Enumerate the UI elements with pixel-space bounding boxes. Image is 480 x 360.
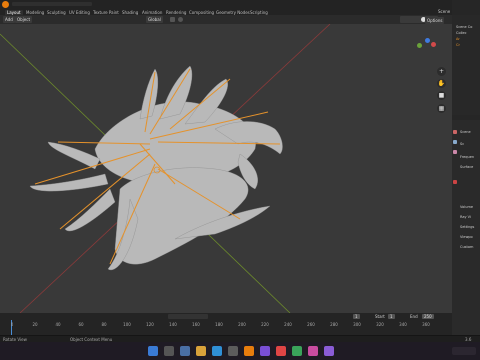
transform-orientation-dropdown[interactable]: Global xyxy=(146,16,163,23)
start-menu-icon[interactable] xyxy=(148,346,158,356)
tick: 60 xyxy=(78,322,84,327)
app-icon[interactable] xyxy=(228,346,238,356)
properties-row-ray-visibility[interactable]: Ray Vi xyxy=(460,215,471,220)
properties-editor: Scene Sc Frequen Surface Volume Ray Vi S… xyxy=(452,120,480,340)
properties-panel-label: Sc xyxy=(460,142,465,146)
tick: 160 xyxy=(192,322,200,327)
properties-row-surface[interactable]: Surface xyxy=(460,165,473,170)
tick: 220 xyxy=(261,322,269,327)
tick: 200 xyxy=(238,322,246,327)
app-icon[interactable] xyxy=(276,346,286,356)
app-icon[interactable] xyxy=(260,346,270,356)
zoom-icon[interactable]: + xyxy=(437,67,446,76)
scene-selector[interactable]: Scene xyxy=(438,9,450,14)
tick: 280 xyxy=(330,322,338,327)
blender-taskbar-icon[interactable] xyxy=(244,346,254,356)
task-view-icon[interactable] xyxy=(180,346,190,356)
playback-controls[interactable] xyxy=(168,314,208,319)
scene-tab-icon[interactable] xyxy=(453,150,457,154)
app-icon[interactable] xyxy=(292,346,302,356)
crab-mesh xyxy=(29,65,283,271)
app-icon[interactable] xyxy=(308,346,318,356)
top-bar: Layout Modeling Sculpting UV Editing Tex… xyxy=(0,0,480,15)
right-panel: Scene Co Collec Ar Cr Scene Sc Frequen S… xyxy=(452,0,480,340)
world-tab-icon[interactable] xyxy=(453,180,457,184)
output-tab-icon[interactable] xyxy=(453,140,457,144)
tick: 340 xyxy=(399,322,407,327)
crab-leg-6 xyxy=(64,188,116,232)
tick: 300 xyxy=(353,322,361,327)
outliner-collection[interactable]: Collec xyxy=(456,31,467,36)
outliner-scene-collection[interactable]: Scene Co xyxy=(456,25,472,30)
search-icon[interactable] xyxy=(164,346,174,356)
window-menu-strip xyxy=(12,2,92,6)
end-frame-label: End xyxy=(410,314,418,319)
object-menu[interactable]: Object xyxy=(15,16,33,23)
outliner-item-crab[interactable]: Cr xyxy=(456,43,460,48)
camera-view-icon[interactable]: ■ xyxy=(437,91,446,100)
blender-logo-icon[interactable] xyxy=(2,1,9,8)
add-menu[interactable]: Add xyxy=(3,16,15,23)
frame-ruler[interactable] xyxy=(0,320,452,335)
axis-y-dot[interactable] xyxy=(417,43,422,48)
tick: 240 xyxy=(284,322,292,327)
file-explorer-icon[interactable] xyxy=(196,346,206,356)
tick: 40 xyxy=(55,322,61,327)
navigation-gizmo[interactable] xyxy=(413,38,441,66)
tick: 80 xyxy=(101,322,107,327)
os-taskbar xyxy=(0,342,480,360)
options-dropdown[interactable]: Options xyxy=(425,17,445,24)
start-frame-field[interactable]: 1 xyxy=(388,314,395,319)
edge-browser-icon[interactable] xyxy=(212,346,222,356)
tick: 260 xyxy=(307,322,315,327)
tick: 20 xyxy=(32,322,38,327)
tick: 140 xyxy=(169,322,177,327)
proportional-edit-icon[interactable] xyxy=(178,17,183,22)
viewport-canvas[interactable] xyxy=(0,24,452,313)
pan-hand-icon[interactable]: ✋ xyxy=(437,79,446,88)
system-tray[interactable] xyxy=(452,347,476,355)
properties-row-viewport[interactable]: Viewpo xyxy=(460,235,473,240)
tick: 320 xyxy=(376,322,384,327)
properties-scene-label: Scene xyxy=(460,130,471,134)
properties-row-frequency[interactable]: Frequen xyxy=(460,155,474,160)
outliner: Scene Co Collec Ar Cr xyxy=(452,15,480,115)
timeline[interactable]: 1 Start 1 End 250 0 20 40 60 80 100 120 … xyxy=(0,313,452,335)
tick: 120 xyxy=(146,322,154,327)
app-icon[interactable] xyxy=(324,346,334,356)
tick: 180 xyxy=(215,322,223,327)
crab-leg-4 xyxy=(47,141,101,170)
properties-row-custom[interactable]: Custom xyxy=(460,245,473,250)
end-frame-field[interactable]: 250 xyxy=(422,314,434,319)
snap-icon[interactable] xyxy=(170,17,175,22)
properties-row-settings[interactable]: Settings xyxy=(460,225,474,230)
3d-viewport[interactable]: + ✋ ■ ▦ xyxy=(0,24,452,313)
perspective-toggle-icon[interactable]: ▦ xyxy=(437,104,446,113)
viewport-header: Add Object Global Options xyxy=(0,15,452,24)
current-frame-field[interactable]: 1 xyxy=(353,314,360,319)
axis-x-dot[interactable] xyxy=(431,42,436,47)
crab-leg-5 xyxy=(29,173,109,192)
render-tab-icon[interactable] xyxy=(453,130,457,134)
start-frame-label: Start xyxy=(375,314,385,319)
tick: 0 xyxy=(10,322,14,327)
axis-z-dot[interactable] xyxy=(425,38,430,43)
properties-row-volume[interactable]: Volume xyxy=(460,205,473,210)
tick: 100 xyxy=(123,322,131,327)
tick: 360 xyxy=(422,322,430,327)
outliner-item-armature[interactable]: Ar xyxy=(456,37,460,42)
